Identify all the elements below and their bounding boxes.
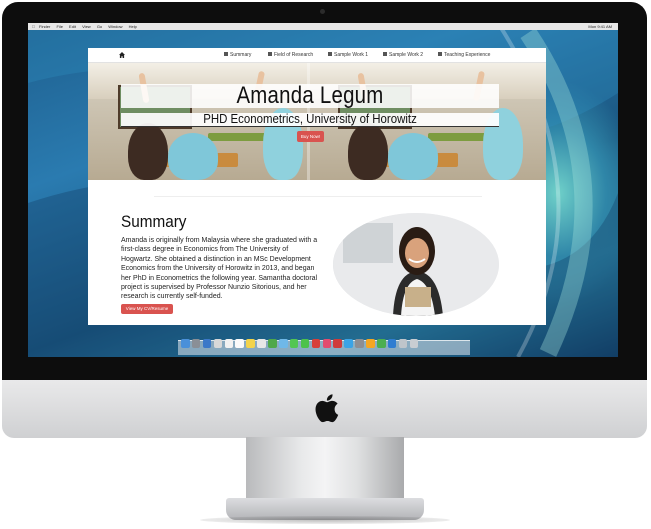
document-icon [383, 52, 387, 56]
menu-edit[interactable]: Edit [69, 24, 76, 29]
profile-photo [333, 213, 499, 316]
summary-paragraph: Amanda is originally from Malaysia where… [121, 237, 318, 301]
nav-sample-work-1[interactable]: Sample Work 1 [328, 52, 368, 58]
downloads-stack-icon[interactable] [398, 339, 408, 348]
desktop-screen:  Finder File Edit View Go Window Help M… [28, 23, 618, 357]
itunes-icon[interactable] [322, 339, 332, 348]
menu-window[interactable]: Window [108, 24, 122, 29]
list-icon [224, 52, 228, 56]
messages-icon[interactable] [289, 339, 299, 348]
menu-view[interactable]: View [82, 24, 91, 29]
keynote-icon[interactable] [387, 339, 397, 348]
app-store-icon[interactable] [344, 339, 353, 348]
student [168, 133, 218, 180]
hero-subtitle: PHD Econometrics, University of Horowitz [203, 111, 417, 126]
student [348, 123, 388, 180]
pencil-icon [438, 52, 442, 56]
nav-field-of-research[interactable]: Field of Research [268, 52, 313, 58]
maps-icon[interactable] [268, 339, 277, 348]
calendar-icon[interactable] [235, 339, 244, 348]
launchpad-icon[interactable] [191, 339, 201, 348]
student [128, 123, 168, 180]
apple-menu-icon[interactable]:  [32, 23, 35, 30]
reminders-icon[interactable] [257, 339, 266, 348]
hero-title: Amanda Legum [236, 82, 384, 109]
nav-sample-work-2-label: Sample Work 2 [389, 52, 424, 58]
menubar-clock[interactable]: Mon 9:41 AM [588, 23, 612, 30]
home-icon[interactable] [119, 52, 125, 58]
website-window: Summary Field of Research Sample Work 1 … [88, 48, 546, 325]
desk [208, 133, 268, 141]
nav-summary-label: Summary [230, 52, 252, 58]
finder-icon[interactable] [181, 339, 190, 348]
summary-heading: Summary [121, 212, 187, 231]
nav-sample-work-1-label: Sample Work 1 [334, 52, 369, 58]
document-icon [328, 52, 332, 56]
ibooks-icon[interactable] [333, 339, 342, 348]
menu-go[interactable]: Go [97, 24, 102, 29]
view-cv-button[interactable]: View My CV/Resume [121, 304, 173, 314]
stand-shadow [200, 516, 450, 524]
mail-icon[interactable] [213, 339, 223, 348]
hero-banner: Amanda Legum PHD Econometrics, Universit… [88, 63, 546, 180]
desk [428, 133, 488, 141]
book-icon [268, 52, 272, 56]
notes-icon[interactable] [246, 339, 255, 348]
safari-icon[interactable] [202, 339, 212, 348]
photos-icon[interactable] [279, 339, 288, 348]
contacts-icon[interactable] [224, 339, 234, 348]
camera-icon [320, 9, 325, 14]
menu-help[interactable]: Help [129, 24, 137, 29]
imac-stand [246, 437, 404, 507]
nav-teaching-experience[interactable]: Teaching Experience [438, 52, 490, 58]
buy-now-button[interactable]: Buy Now! [297, 131, 324, 142]
nav-field-of-research-label: Field of Research [274, 52, 314, 58]
menu-finder[interactable]: Finder [39, 24, 50, 29]
nav-summary[interactable]: Summary [224, 52, 251, 58]
portrait-illustration [333, 213, 499, 316]
trash-icon[interactable] [409, 339, 419, 348]
student [388, 133, 438, 180]
apple-logo-icon [315, 394, 339, 423]
mac-menubar:  Finder File Edit View Go Window Help M… [28, 23, 618, 30]
system-preferences-icon[interactable] [355, 339, 364, 348]
site-navbar: Summary Field of Research Sample Work 1 … [88, 48, 546, 63]
photo-booth-icon[interactable] [311, 339, 321, 348]
section-divider [154, 196, 482, 197]
pages-icon[interactable] [366, 339, 375, 348]
dock-icons [181, 337, 467, 351]
menu-file[interactable]: File [56, 24, 62, 29]
facetime-icon[interactable] [300, 339, 310, 348]
nav-teaching-experience-label: Teaching Experience [444, 52, 491, 58]
numbers-icon[interactable] [377, 339, 386, 348]
nav-sample-work-2[interactable]: Sample Work 2 [383, 52, 423, 58]
